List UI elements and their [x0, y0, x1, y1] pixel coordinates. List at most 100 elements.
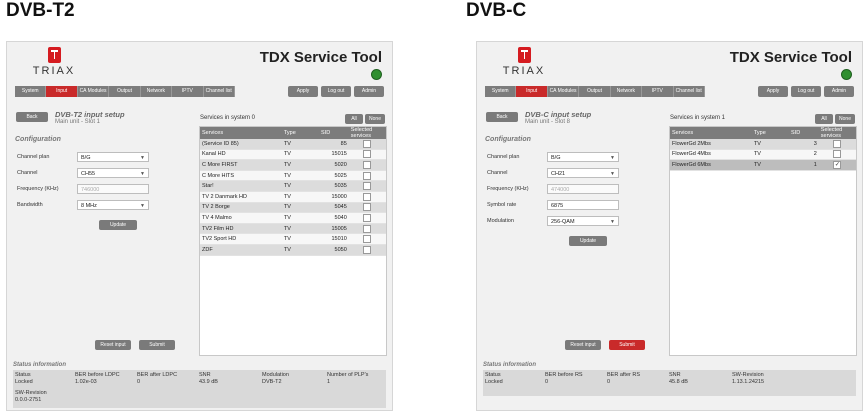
service-type: TV — [281, 244, 320, 256]
submit-button[interactable]: Submit — [139, 340, 175, 350]
table-row[interactable]: Kanal HD TV 15015 — [200, 149, 386, 161]
table-row[interactable]: C More FIRST TV 5020 — [200, 159, 386, 171]
select-checkbox[interactable] — [363, 192, 372, 201]
tab-iptv[interactable]: IPTV — [642, 86, 674, 97]
tab-ca-modules[interactable]: CA Modules — [547, 86, 580, 97]
apply-button[interactable]: Apply — [758, 86, 788, 97]
service-sid: 15015 — [319, 149, 349, 161]
caption-dvb-c: DVB-C — [466, 0, 527, 21]
select-checkbox[interactable] — [363, 203, 372, 212]
column-header[interactable]: Services — [200, 127, 282, 139]
status-item: Status Locked — [15, 372, 33, 385]
column-header[interactable]: Selected services — [348, 127, 386, 139]
select-checkbox[interactable] — [363, 150, 372, 159]
status-value: Locked — [15, 378, 33, 385]
table-row[interactable]: C More HITS TV 5025 — [200, 170, 386, 182]
status-value: Locked — [485, 378, 503, 385]
tab-output[interactable]: Output — [579, 86, 611, 97]
back-button[interactable]: Back — [486, 112, 518, 122]
select-checkbox[interactable]: ✓ — [833, 160, 842, 169]
symbol-rate-input[interactable]: 6875 — [547, 200, 619, 210]
select-checkbox[interactable] — [363, 160, 372, 169]
table-row[interactable]: TV 2 Danmark HD TV 15000 — [200, 191, 386, 203]
table-row[interactable]: TV2 Sport HD TV 15010 — [200, 233, 386, 245]
update-button[interactable]: Update — [569, 236, 607, 246]
service-type: TV — [281, 159, 320, 171]
select-checkbox[interactable] — [363, 182, 372, 191]
tab-channel-list[interactable]: Channel list — [673, 86, 705, 97]
status-value: 1 — [327, 378, 331, 385]
table-row[interactable]: ZDF TV 5050 — [200, 244, 386, 256]
channel-plan-select[interactable]: B/G ▼ — [547, 152, 619, 162]
status-value: 0.0.0-2751 — [15, 396, 42, 403]
select-all-button[interactable]: All — [345, 114, 363, 124]
tab-input[interactable]: Input — [46, 86, 78, 97]
tab-network[interactable]: Network — [140, 86, 173, 97]
select-none-button[interactable]: None — [835, 114, 855, 124]
column-header[interactable]: Selected services — [818, 127, 856, 139]
select-checkbox[interactable] — [363, 171, 372, 180]
select-checkbox[interactable] — [363, 224, 372, 233]
tab-iptv[interactable]: IPTV — [172, 86, 204, 97]
service-name: TV2 Film HD — [200, 223, 282, 235]
table-row[interactable]: TV 4 Malmo TV 5040 — [200, 212, 386, 224]
submit-button[interactable]: Submit — [609, 340, 645, 350]
services-table: Services Type SID Selected services FlowerGd… — [670, 127, 856, 171]
field-label: Bandwidth — [17, 202, 43, 208]
admin-button[interactable]: Admin — [824, 86, 854, 97]
table-row[interactable]: FlowerGd 4Mbs TV 2 — [670, 149, 856, 161]
field-label: Channel — [487, 170, 508, 176]
back-button[interactable]: Back — [16, 112, 48, 122]
table-row[interactable]: TV2 Film HD TV 15005 — [200, 223, 386, 235]
column-header[interactable]: Services — [670, 127, 752, 139]
selected-cell — [348, 191, 386, 203]
channel-select[interactable]: CH21 ▼ — [547, 168, 619, 178]
column-header[interactable]: Type — [751, 127, 790, 139]
tab-system[interactable]: System — [485, 86, 517, 97]
selected-cell — [818, 149, 856, 161]
tab-channel-list[interactable]: Channel list — [203, 86, 235, 97]
log-out-button[interactable]: Log out — [791, 86, 821, 97]
status-label: Status — [15, 372, 31, 378]
app-title: TDX Service Tool — [259, 49, 382, 66]
reset-input-button[interactable]: Reset input — [95, 340, 131, 350]
column-header[interactable]: SID — [319, 127, 349, 139]
tab-ca-modules[interactable]: CA Modules — [77, 86, 110, 97]
channel-plan-select[interactable]: B/G ▼ — [77, 152, 149, 162]
bandwidth-select[interactable]: 8 MHz ▼ — [77, 200, 149, 210]
channel-select[interactable]: CH55 ▼ — [77, 168, 149, 178]
status-led-icon — [841, 69, 852, 80]
admin-button[interactable]: Admin — [354, 86, 384, 97]
select-all-button[interactable]: All — [815, 114, 833, 124]
reset-input-button[interactable]: Reset input — [565, 340, 601, 350]
select-checkbox[interactable] — [363, 235, 372, 244]
tab-input[interactable]: Input — [516, 86, 548, 97]
tab-output[interactable]: Output — [109, 86, 141, 97]
status-label: BER after RS — [607, 372, 641, 378]
select-checkbox[interactable] — [833, 150, 842, 159]
table-row[interactable]: Star! TV 5035 — [200, 180, 386, 192]
status-value: 0 — [545, 378, 549, 385]
table-row[interactable]: (Service ID 85) TV 85 — [200, 139, 386, 150]
service-name: TV 2 Danmark HD — [200, 191, 282, 203]
select-none-button[interactable]: None — [365, 114, 385, 124]
select-checkbox[interactable] — [363, 245, 372, 254]
service-name: C More FIRST — [200, 159, 282, 171]
column-header[interactable]: Type — [281, 127, 320, 139]
select-checkbox[interactable] — [833, 139, 842, 148]
modulation-select[interactable]: 256-QAM ▼ — [547, 216, 619, 226]
selected-cell — [348, 212, 386, 224]
select-checkbox[interactable] — [363, 139, 372, 148]
column-header[interactable]: SID — [789, 127, 819, 139]
table-row[interactable]: TV 2 Borge TV 5045 — [200, 202, 386, 214]
log-out-button[interactable]: Log out — [321, 86, 351, 97]
tab-system[interactable]: System — [15, 86, 47, 97]
select-checkbox[interactable] — [363, 213, 372, 222]
triax-logo-icon — [517, 47, 531, 63]
tab-network[interactable]: Network — [610, 86, 643, 97]
field-label: Modulation — [487, 218, 514, 224]
update-button[interactable]: Update — [99, 220, 137, 230]
apply-button[interactable]: Apply — [288, 86, 318, 97]
table-row[interactable]: FlowerGd 2Mbs TV 3 — [670, 139, 856, 150]
table-row[interactable]: FlowerGd 6Mbs TV 1 ✓ — [670, 159, 856, 171]
